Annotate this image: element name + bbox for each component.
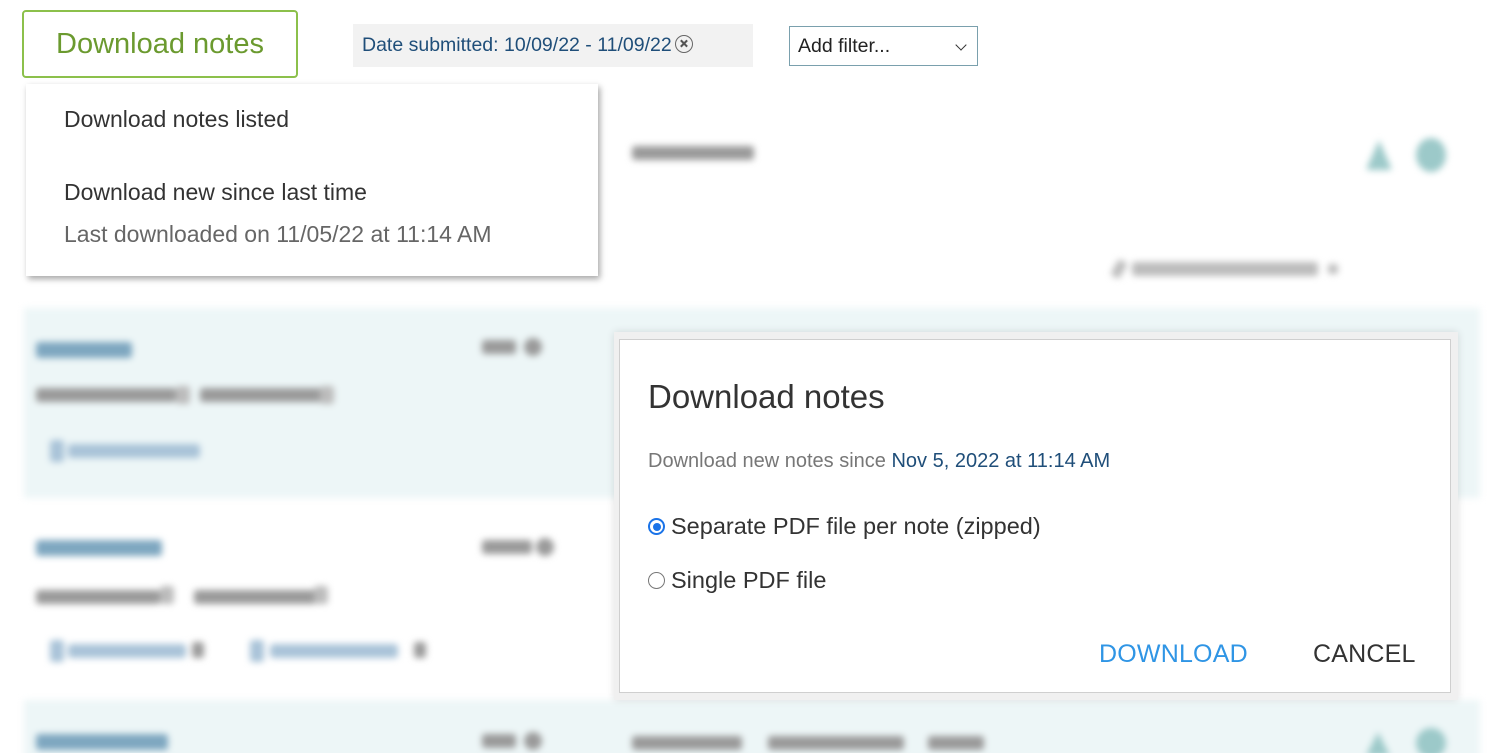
- info-icon: [524, 338, 542, 356]
- document-icon: [250, 640, 264, 662]
- chevron-down-icon: [1328, 264, 1338, 274]
- clinic-name: [194, 590, 316, 604]
- dialog-description-prefix: Download new notes since: [648, 450, 886, 472]
- remove-filter-icon[interactable]: [674, 35, 693, 53]
- info-icon: [524, 732, 542, 750]
- status-icon: [1416, 728, 1446, 753]
- radio-checked-icon[interactable]: [648, 518, 665, 535]
- patient-name: [36, 734, 168, 750]
- close-icon: [414, 642, 426, 658]
- menu-item-download-listed[interactable]: Download notes listed: [64, 106, 289, 133]
- download-button[interactable]: DOWNLOAD: [1099, 640, 1248, 669]
- note-tag: [68, 444, 200, 458]
- date-filter-chip: Date submitted: 10/09/22 - 11/09/22: [353, 24, 753, 67]
- option-single-pdf[interactable]: Single PDF file: [648, 567, 826, 594]
- toolbar: Download notes Date submitted: 10/09/22 …: [0, 0, 1506, 80]
- app-root: Download notes Date submitted: 10/09/22 …: [0, 0, 1506, 753]
- note-date: [632, 736, 742, 750]
- download-notes-button[interactable]: Download notes: [22, 10, 298, 78]
- note-tag: [270, 644, 398, 658]
- note-tag: [68, 644, 186, 658]
- menu-item-download-new[interactable]: Download new since last time: [64, 179, 367, 206]
- clinic-name: [200, 388, 324, 402]
- provider-name: [36, 388, 176, 402]
- chevron-down-icon: [955, 39, 967, 51]
- provider-name: [36, 590, 160, 604]
- option-label: Single PDF file: [671, 567, 827, 593]
- list-item: [24, 700, 1480, 753]
- document-icon: [50, 440, 64, 462]
- card-icon: [314, 586, 328, 604]
- card-icon: [160, 586, 174, 604]
- status-icon: [1416, 138, 1446, 172]
- document-icon: [50, 640, 64, 662]
- dialog-description: Download new notes since Nov 5, 2022 at …: [648, 450, 1110, 473]
- pencil-icon: [1110, 258, 1128, 280]
- cancel-button[interactable]: CANCEL: [1313, 640, 1416, 669]
- warning-icon: [1366, 140, 1392, 170]
- close-icon: [192, 642, 204, 658]
- option-separate-pdf[interactable]: Separate PDF file per note (zipped): [648, 513, 1041, 540]
- option-label: Separate PDF file per note (zipped): [671, 513, 1041, 539]
- card-icon: [176, 386, 190, 404]
- patient-name: [36, 342, 132, 358]
- info-icon: [536, 538, 554, 556]
- warning-icon: [1366, 732, 1390, 753]
- card-icon: [320, 386, 334, 404]
- note-duration: [928, 736, 984, 750]
- dialog-title: Download notes: [648, 378, 885, 415]
- visit-type: [482, 340, 516, 354]
- add-filter-select[interactable]: Add filter...: [789, 26, 978, 66]
- last-downloaded-text: Last downloaded on 11/05/22 at 11:14 AM: [64, 221, 492, 247]
- patient-name: [36, 540, 162, 556]
- dialog-description-date: Nov 5, 2022 at 11:14 AM: [891, 450, 1111, 472]
- date-filter-label: Date submitted: 10/09/22 - 11/09/22: [362, 34, 672, 56]
- note-time-range: [768, 736, 904, 750]
- add-filter-value: Add filter...: [798, 35, 891, 57]
- download-menu: Download notes listed Download new since…: [26, 84, 598, 276]
- visit-type: [482, 734, 516, 748]
- submitted-status: [1132, 262, 1318, 276]
- note-date: [632, 146, 754, 160]
- radio-unchecked-icon[interactable]: [648, 572, 665, 589]
- download-notes-dialog: Download notes Download new notes since …: [619, 339, 1451, 693]
- visit-type: [482, 540, 532, 554]
